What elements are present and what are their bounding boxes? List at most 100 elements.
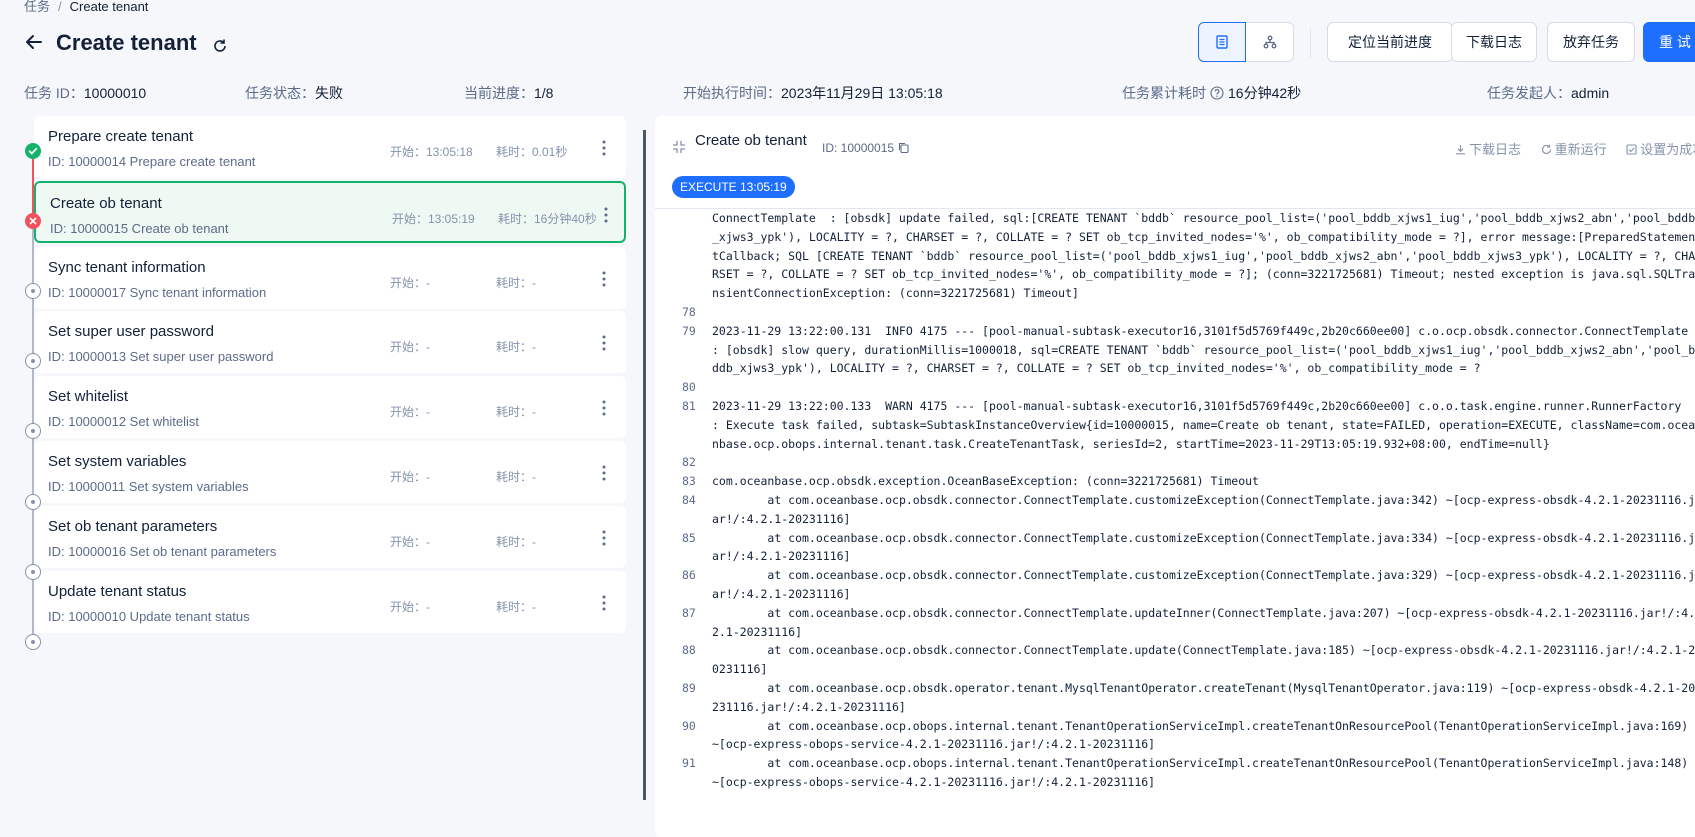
back-arrow-icon[interactable]	[24, 32, 44, 52]
subtask-duration: 耗时：-	[496, 405, 536, 419]
header-divider	[1310, 28, 1311, 58]
more-icon[interactable]	[596, 593, 612, 613]
subtask-duration: 耗时：0.01秒	[496, 145, 568, 159]
meta-progress: 当前进度：1/8	[464, 83, 553, 103]
log-line-number: 88	[682, 643, 696, 658]
log-line-number: 81	[682, 398, 696, 413]
log-line: 80	[655, 378, 1695, 397]
log-task-id-text: ID: 10000015	[822, 141, 895, 155]
copy-icon[interactable]	[898, 142, 909, 153]
locate-progress-button[interactable]: 定位当前进度	[1327, 22, 1453, 62]
meta-task-id-label: 任务 ID：	[24, 85, 84, 101]
meta-status-value: 失败	[315, 85, 343, 101]
log-line-text: at com.oceanbase.ocp.obsdk.connector.Con…	[712, 643, 1695, 677]
abandon-task-button[interactable]: 放弃任务	[1547, 22, 1635, 62]
meta-task-id-value: 10000010	[83, 85, 147, 101]
subtask-card[interactable]: Create ob tenant ID: 10000015 Create ob t…	[34, 181, 626, 243]
more-icon[interactable]	[596, 528, 612, 548]
subtask-card[interactable]: Set system variables ID: 10000011 Set sys…	[34, 441, 626, 503]
execute-tag[interactable]: EXECUTE 13:05:19	[672, 176, 795, 198]
log-line-text: at com.oceanbase.ocp.obsdk.connector.Con…	[712, 568, 1695, 601]
log-content[interactable]: ConnectTemplate : [obsdk] update failed,…	[655, 209, 1695, 837]
log-line: 84 at com.oceanbase.ocp.obsdk.connector.…	[655, 491, 1695, 529]
log-line: 83 com.oceanbase.ocp.obsdk.exception.Ocea…	[655, 472, 1695, 491]
log-line: 78	[655, 303, 1695, 322]
more-icon[interactable]	[596, 138, 612, 158]
subtask-duration: 耗时：16分钟40秒	[498, 212, 597, 226]
log-line-number: 79	[682, 323, 696, 338]
meta-elapsed: 任务累计耗时 16分钟42秒	[1122, 83, 1301, 103]
subtask-card[interactable]: Sync tenant information ID: 10000017 Sync…	[34, 247, 626, 309]
subtask-start-time: 开始：13:05:18	[390, 145, 473, 159]
subtask-card[interactable]: Prepare create tenant ID: 10000014 Prepar…	[34, 116, 626, 178]
subtask-title: Create ob tenant	[50, 195, 162, 212]
subtask-id: ID: 10000010 Update tenant status	[48, 609, 250, 624]
pending-status-icon	[25, 283, 41, 299]
log-download-action[interactable]: 下载日志	[1455, 142, 1521, 157]
failed-status-icon	[25, 213, 41, 229]
meta-elapsed-value: 16分钟42秒	[1228, 85, 1302, 101]
pending-status-icon	[25, 494, 41, 510]
log-set-success-action[interactable]: 设置为成功	[1626, 142, 1695, 157]
panel-splitter[interactable]	[643, 130, 646, 800]
subtask-start-time: 开始：-	[390, 535, 430, 549]
log-line: ConnectTemplate : [obsdk] update failed,…	[655, 209, 1695, 303]
more-icon[interactable]	[598, 205, 614, 225]
subtask-id: ID: 10000013 Set super user password	[48, 349, 274, 364]
subtask-card[interactable]: Set whitelist ID: 10000012 Set whitelist 开…	[34, 376, 626, 438]
log-line-number: 90	[682, 718, 696, 733]
list-view-button[interactable]	[1198, 22, 1246, 62]
subtask-duration: 耗时：-	[496, 470, 536, 484]
collapse-icon[interactable]	[672, 140, 686, 154]
log-line-number: 84	[682, 492, 696, 507]
more-icon[interactable]	[596, 398, 612, 418]
more-icon[interactable]	[596, 463, 612, 483]
breadcrumb-current: Create tenant	[69, 0, 149, 14]
download-log-button[interactable]: 下载日志	[1451, 22, 1537, 62]
pending-status-icon	[25, 353, 41, 369]
subtask-start-time: 开始：-	[390, 340, 430, 354]
pending-status-icon	[25, 634, 41, 650]
help-icon[interactable]	[1210, 86, 1224, 100]
subtask-start-time: 开始：-	[390, 600, 430, 614]
log-actions: 下载日志 重新运行 设置为成功	[1455, 139, 1695, 158]
subtask-card[interactable]: Set super user password ID: 10000013 Set …	[34, 311, 626, 373]
subtask-start-time: 开始：13:05:19	[392, 212, 475, 226]
meta-task-id: 任务 ID：10000010	[24, 83, 146, 103]
log-line-text: at com.oceanbase.ocp.obops.internal.tena…	[712, 756, 1695, 789]
flow-view-button[interactable]	[1246, 22, 1294, 62]
log-line-text: at com.oceanbase.ocp.obsdk.operator.tena…	[712, 680, 1695, 714]
more-icon[interactable]	[596, 269, 612, 289]
log-line-text: 2023-11-29 13:22:00.131 INFO 4175 --- [p…	[712, 323, 1695, 376]
flow-view-icon	[1263, 35, 1276, 49]
retry-button[interactable]: 重 试	[1643, 22, 1695, 62]
subtask-title: Set ob tenant parameters	[48, 518, 218, 535]
log-line-number: 91	[682, 756, 696, 771]
breadcrumb-parent[interactable]: 任务	[24, 0, 50, 14]
subtask-id: ID: 10000015 Create ob tenant	[50, 221, 229, 236]
meta-initiator-label: 任务发起人：	[1487, 85, 1571, 101]
log-line-text: at com.oceanbase.ocp.obops.internal.tena…	[712, 718, 1695, 752]
subtask-id: ID: 10000011 Set system variables	[48, 479, 249, 494]
log-line-number: 87	[682, 605, 696, 620]
subtask-title: Update tenant status	[48, 583, 187, 600]
meta-initiator: 任务发起人：admin	[1487, 83, 1609, 103]
subtask-card[interactable]: Update tenant status ID: 10000010 Update …	[34, 571, 626, 633]
meta-status-label: 任务状态：	[245, 85, 315, 101]
log-line: 79 2023-11-29 13:22:00.131 INFO 4175 --- …	[655, 322, 1695, 378]
log-rerun-label: 重新运行	[1554, 142, 1607, 157]
subtask-id: ID: 10000012 Set whitelist	[48, 414, 200, 429]
log-line-number: 85	[682, 530, 696, 545]
log-line: 87 at com.oceanbase.ocp.obsdk.connector.…	[655, 604, 1695, 642]
page-title: Create tenant	[56, 30, 197, 55]
subtask-start-time: 开始：-	[390, 276, 430, 290]
subtask-id: ID: 10000014 Prepare create tenant	[48, 154, 256, 169]
log-line-number: 89	[682, 680, 696, 695]
subtask-card[interactable]: Set ob tenant parameters ID: 10000016 Set…	[34, 506, 626, 568]
breadcrumb: 任务 / Create tenant	[24, 0, 148, 15]
subtask-title: Prepare create tenant	[48, 128, 194, 145]
log-rerun-action[interactable]: 重新运行	[1541, 142, 1607, 157]
refresh-icon[interactable]	[212, 38, 228, 54]
more-icon[interactable]	[596, 333, 612, 353]
log-line-text: com.oceanbase.ocp.obsdk.exception.OceanB…	[712, 474, 1259, 489]
